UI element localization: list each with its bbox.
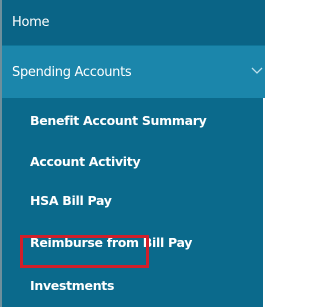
nav-subitem-label: Account Activity <box>30 153 141 169</box>
nav-subitem-account-activity[interactable]: Account Activity <box>2 142 265 180</box>
nav-subitem-benefit-account-summary[interactable]: Benefit Account Summary <box>2 98 265 142</box>
nav-subitem-hsa-bill-pay[interactable]: HSA Bill Pay <box>2 180 265 220</box>
nav-item-home[interactable]: Home <box>2 0 265 46</box>
chevron-down-icon[interactable] <box>251 66 263 76</box>
nav-subitem-investments[interactable]: Investments <box>2 264 265 307</box>
nav-subitem-reimburse-from-bill-pay[interactable]: Reimburse from Bill Pay <box>2 220 265 264</box>
nav-subitem-label: Reimburse from Bill Pay <box>30 234 193 250</box>
nav-item-spending-accounts-label: Spending Accounts <box>12 64 132 80</box>
nav-subitem-label: Investments <box>30 278 115 293</box>
nav-item-spending-accounts[interactable]: Spending Accounts <box>2 46 265 98</box>
sidebar-nav: Home Spending Accounts Benefit Account S… <box>0 0 265 307</box>
nav-subitem-label: Benefit Account Summary <box>30 112 207 128</box>
nav-item-home-label: Home <box>12 15 50 30</box>
nav-subitem-label: HSA Bill Pay <box>30 192 112 208</box>
